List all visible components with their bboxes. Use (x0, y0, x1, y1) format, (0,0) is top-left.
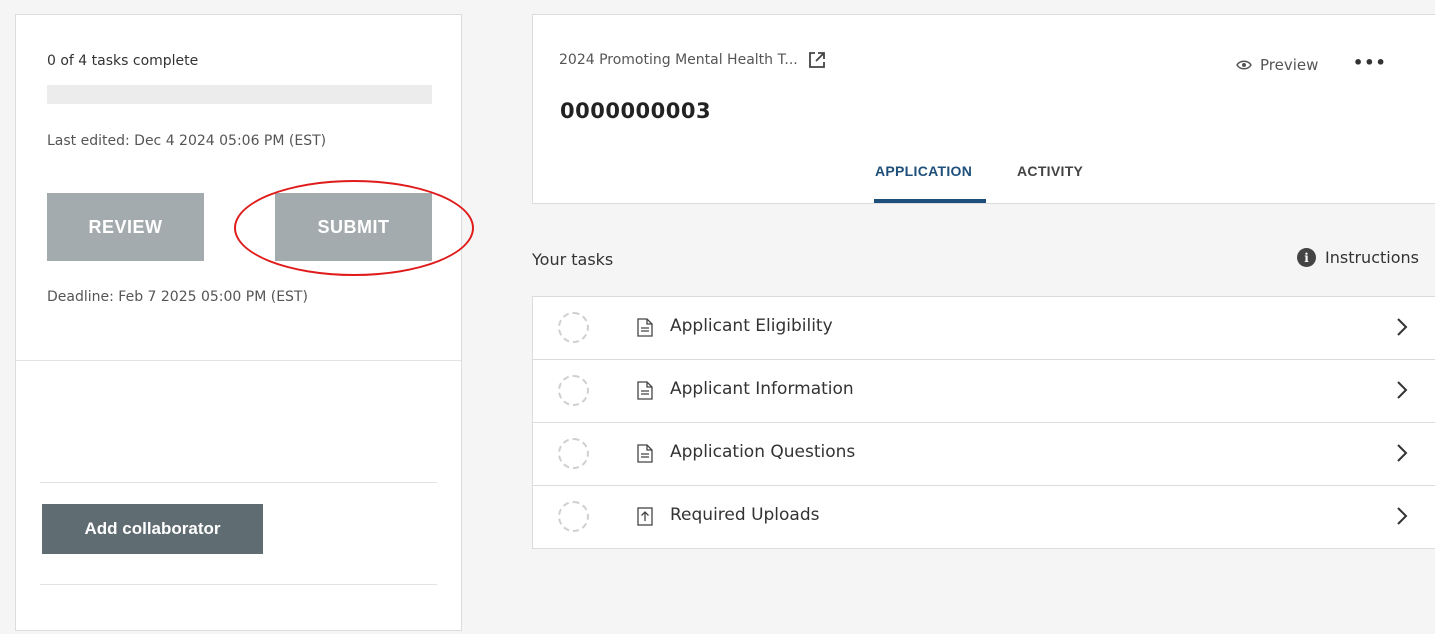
info-icon: i (1297, 248, 1316, 267)
task-label: Applicant Eligibility (670, 316, 833, 336)
active-tab-indicator (874, 199, 986, 203)
deadline-text: Deadline: Feb 7 2025 05:00 PM (EST) (47, 289, 308, 305)
tab-activity[interactable]: ACTIVITY (1017, 163, 1083, 179)
add-collaborator-button[interactable]: Add collaborator (42, 504, 263, 554)
preview-button[interactable]: Preview (1236, 56, 1318, 74)
instructions-link[interactable]: i Instructions (1297, 248, 1419, 267)
application-number: 0000000003 (560, 99, 712, 123)
review-button[interactable]: REVIEW (47, 193, 204, 261)
submit-button[interactable]: SUBMIT (275, 193, 432, 261)
task-row-application-questions[interactable]: Application Questions (533, 423, 1435, 486)
task-label: Application Questions (670, 442, 856, 462)
divider (40, 584, 437, 585)
last-edited-text: Last edited: Dec 4 2024 05:06 PM (EST) (47, 133, 327, 149)
document-icon (637, 381, 653, 400)
document-icon (637, 318, 653, 337)
eye-icon (1236, 60, 1252, 70)
chevron-right-icon (1397, 381, 1408, 399)
tab-application[interactable]: APPLICATION (875, 163, 972, 179)
chevron-right-icon (1397, 318, 1408, 336)
more-options-icon[interactable]: ••• (1353, 53, 1387, 72)
task-status-incomplete-icon (558, 501, 589, 532)
chevron-right-icon (1397, 507, 1408, 525)
application-header: 2024 Promoting Mental Health T... 000000… (532, 14, 1435, 204)
task-status-incomplete-icon (558, 438, 589, 469)
progress-bar (47, 85, 432, 104)
divider (16, 360, 461, 361)
upload-icon (637, 507, 653, 526)
task-row-applicant-eligibility[interactable]: Applicant Eligibility (533, 297, 1435, 360)
chevron-right-icon (1397, 444, 1408, 462)
task-status-incomplete-icon (558, 312, 589, 343)
divider (40, 482, 437, 483)
preview-label: Preview (1260, 56, 1319, 74)
task-row-applicant-information[interactable]: Applicant Information (533, 360, 1435, 423)
program-title-link[interactable]: 2024 Promoting Mental Health T... (559, 51, 826, 69)
tasks-complete-text: 0 of 4 tasks complete (47, 53, 199, 69)
task-label: Required Uploads (670, 505, 820, 525)
tasks-heading: Your tasks (532, 250, 614, 269)
instructions-label: Instructions (1325, 248, 1419, 267)
task-list: Applicant Eligibility Applicant Informat… (532, 296, 1435, 549)
task-row-required-uploads[interactable]: Required Uploads (533, 486, 1435, 548)
external-link-icon (808, 52, 825, 68)
task-label: Applicant Information (670, 379, 854, 399)
document-icon (637, 444, 653, 463)
program-title: 2024 Promoting Mental Health T... (559, 52, 798, 68)
task-status-incomplete-icon (558, 375, 589, 406)
submission-sidebar: 0 of 4 tasks complete Last edited: Dec 4… (15, 14, 462, 631)
